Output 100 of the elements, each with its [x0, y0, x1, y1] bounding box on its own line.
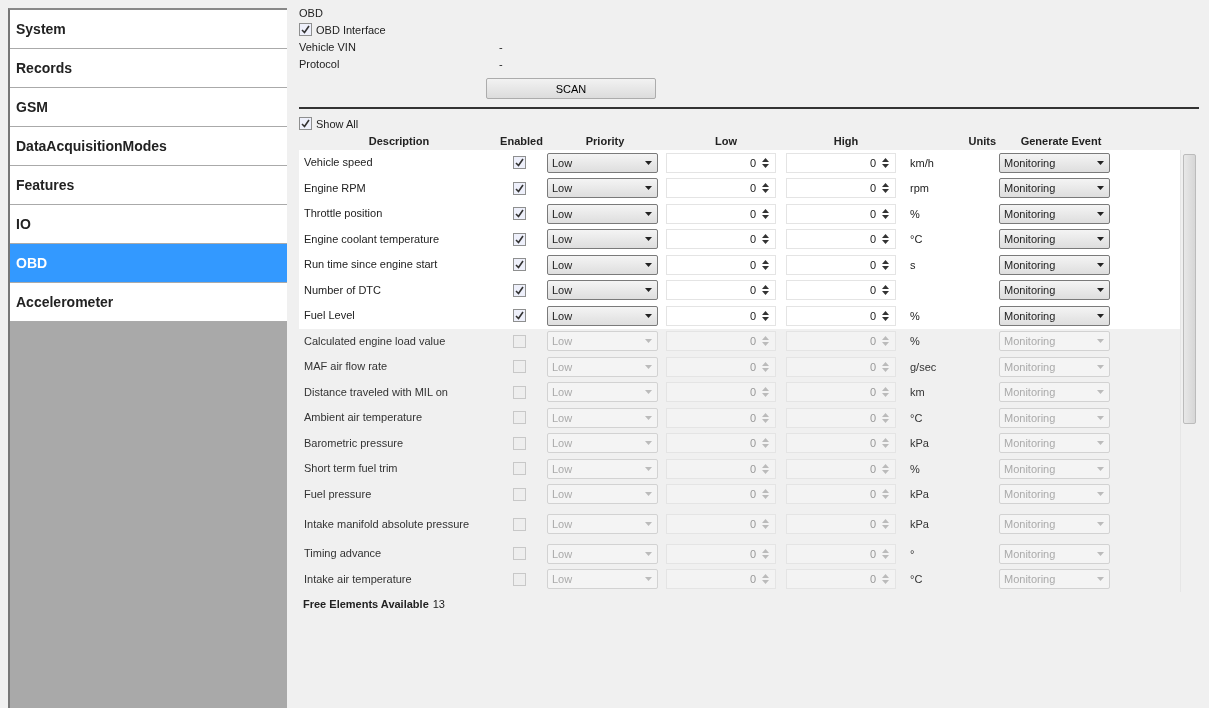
checkbox[interactable]: [513, 309, 526, 323]
checkbox[interactable]: [513, 572, 526, 586]
number-field[interactable]: 0: [666, 229, 776, 250]
event-dropdown[interactable]: Monitoring: [999, 152, 1110, 173]
sidebar-item[interactable]: DataAcquisitionModes: [10, 127, 287, 166]
priority-dropdown[interactable]: Low: [547, 356, 658, 377]
spin-arrows-icon[interactable]: [882, 233, 889, 246]
number-field[interactable]: 0: [666, 407, 776, 428]
checkbox[interactable]: [513, 360, 526, 374]
number-field[interactable]: 0: [786, 203, 896, 224]
event-dropdown[interactable]: Monitoring: [999, 514, 1110, 534]
number-field[interactable]: 0: [666, 280, 776, 301]
priority-dropdown[interactable]: Low: [547, 254, 658, 275]
spin-arrows-icon[interactable]: [882, 258, 889, 271]
number-field[interactable]: 0: [666, 152, 776, 173]
number-field[interactable]: 0: [786, 382, 896, 403]
checkbox[interactable]: [299, 117, 312, 130]
number-field[interactable]: 0: [786, 254, 896, 275]
priority-dropdown[interactable]: Low: [547, 543, 658, 564]
number-field[interactable]: 0: [786, 484, 896, 505]
event-dropdown[interactable]: Monitoring: [999, 331, 1110, 352]
priority-dropdown[interactable]: Low: [547, 514, 658, 534]
number-field[interactable]: 0: [666, 569, 776, 590]
event-dropdown[interactable]: Monitoring: [999, 356, 1110, 377]
sidebar-item[interactable]: IO: [10, 205, 287, 244]
checkbox[interactable]: [513, 334, 526, 348]
checkbox[interactable]: [513, 385, 526, 399]
spin-arrows-icon[interactable]: [882, 207, 889, 220]
event-dropdown[interactable]: Monitoring: [999, 254, 1110, 275]
number-field[interactable]: 0: [786, 356, 896, 377]
priority-dropdown[interactable]: Low: [547, 407, 658, 428]
spin-arrows-icon[interactable]: [762, 284, 769, 297]
priority-dropdown[interactable]: Low: [547, 152, 658, 173]
checkbox[interactable]: [513, 411, 526, 425]
checkbox[interactable]: [513, 207, 526, 221]
number-field[interactable]: 0: [666, 178, 776, 199]
priority-dropdown[interactable]: Low: [547, 382, 658, 403]
sidebar-item[interactable]: OBD: [10, 244, 287, 283]
checkbox[interactable]: [513, 156, 526, 170]
priority-dropdown[interactable]: Low: [547, 178, 658, 199]
number-field[interactable]: 0: [666, 203, 776, 224]
checkbox[interactable]: [513, 436, 526, 450]
spin-arrows-icon[interactable]: [882, 309, 889, 322]
spin-arrows-icon[interactable]: [762, 233, 769, 246]
checkbox[interactable]: [513, 462, 526, 476]
priority-dropdown[interactable]: Low: [547, 280, 658, 301]
spin-arrows-icon[interactable]: [882, 156, 889, 169]
spin-arrows-icon[interactable]: [762, 207, 769, 220]
number-field[interactable]: 0: [666, 254, 776, 275]
number-field[interactable]: 0: [786, 178, 896, 199]
priority-dropdown[interactable]: Low: [547, 484, 658, 505]
spin-arrows-icon[interactable]: [762, 182, 769, 195]
number-field[interactable]: 0: [666, 356, 776, 377]
event-dropdown[interactable]: Monitoring: [999, 433, 1110, 454]
number-field[interactable]: 0: [666, 543, 776, 564]
event-dropdown[interactable]: Monitoring: [999, 382, 1110, 403]
spin-arrows-icon[interactable]: [762, 258, 769, 271]
number-field[interactable]: 0: [786, 569, 896, 590]
priority-dropdown[interactable]: Low: [547, 331, 658, 352]
checkbox[interactable]: [513, 487, 526, 501]
event-dropdown[interactable]: Monitoring: [999, 203, 1110, 224]
event-dropdown[interactable]: Monitoring: [999, 407, 1110, 428]
number-field[interactable]: 0: [786, 229, 896, 250]
number-field[interactable]: 0: [786, 331, 896, 352]
priority-dropdown[interactable]: Low: [547, 569, 658, 590]
number-field[interactable]: 0: [666, 305, 776, 326]
spin-arrows-icon[interactable]: [882, 284, 889, 297]
number-field[interactable]: 0: [666, 484, 776, 505]
event-dropdown[interactable]: Monitoring: [999, 178, 1110, 199]
sidebar-item[interactable]: GSM: [10, 88, 287, 127]
number-field[interactable]: 0: [786, 407, 896, 428]
sidebar-item[interactable]: Records: [10, 49, 287, 88]
event-dropdown[interactable]: Monitoring: [999, 543, 1110, 564]
checkbox[interactable]: [513, 283, 526, 297]
number-field[interactable]: 0: [786, 458, 896, 479]
event-dropdown[interactable]: Monitoring: [999, 458, 1110, 479]
priority-dropdown[interactable]: Low: [547, 203, 658, 224]
number-field[interactable]: 0: [666, 382, 776, 403]
number-field[interactable]: 0: [786, 543, 896, 564]
event-dropdown[interactable]: Monitoring: [999, 280, 1110, 301]
sidebar-item[interactable]: Features: [10, 166, 287, 205]
spin-arrows-icon[interactable]: [762, 156, 769, 169]
checkbox[interactable]: [513, 517, 526, 531]
checkbox[interactable]: [513, 547, 526, 561]
number-field[interactable]: 0: [666, 514, 776, 534]
number-field[interactable]: 0: [786, 305, 896, 326]
number-field[interactable]: 0: [666, 458, 776, 479]
checkbox[interactable]: [513, 181, 526, 195]
spin-arrows-icon[interactable]: [882, 182, 889, 195]
number-field[interactable]: 0: [786, 514, 896, 534]
checkbox[interactable]: [513, 258, 526, 272]
checkbox[interactable]: [513, 232, 526, 246]
event-dropdown[interactable]: Monitoring: [999, 484, 1110, 505]
number-field[interactable]: 0: [786, 152, 896, 173]
event-dropdown[interactable]: Monitoring: [999, 569, 1110, 590]
number-field[interactable]: 0: [786, 433, 896, 454]
priority-dropdown[interactable]: Low: [547, 458, 658, 479]
checkbox[interactable]: [299, 23, 312, 36]
event-dropdown[interactable]: Monitoring: [999, 229, 1110, 250]
number-field[interactable]: 0: [666, 433, 776, 454]
